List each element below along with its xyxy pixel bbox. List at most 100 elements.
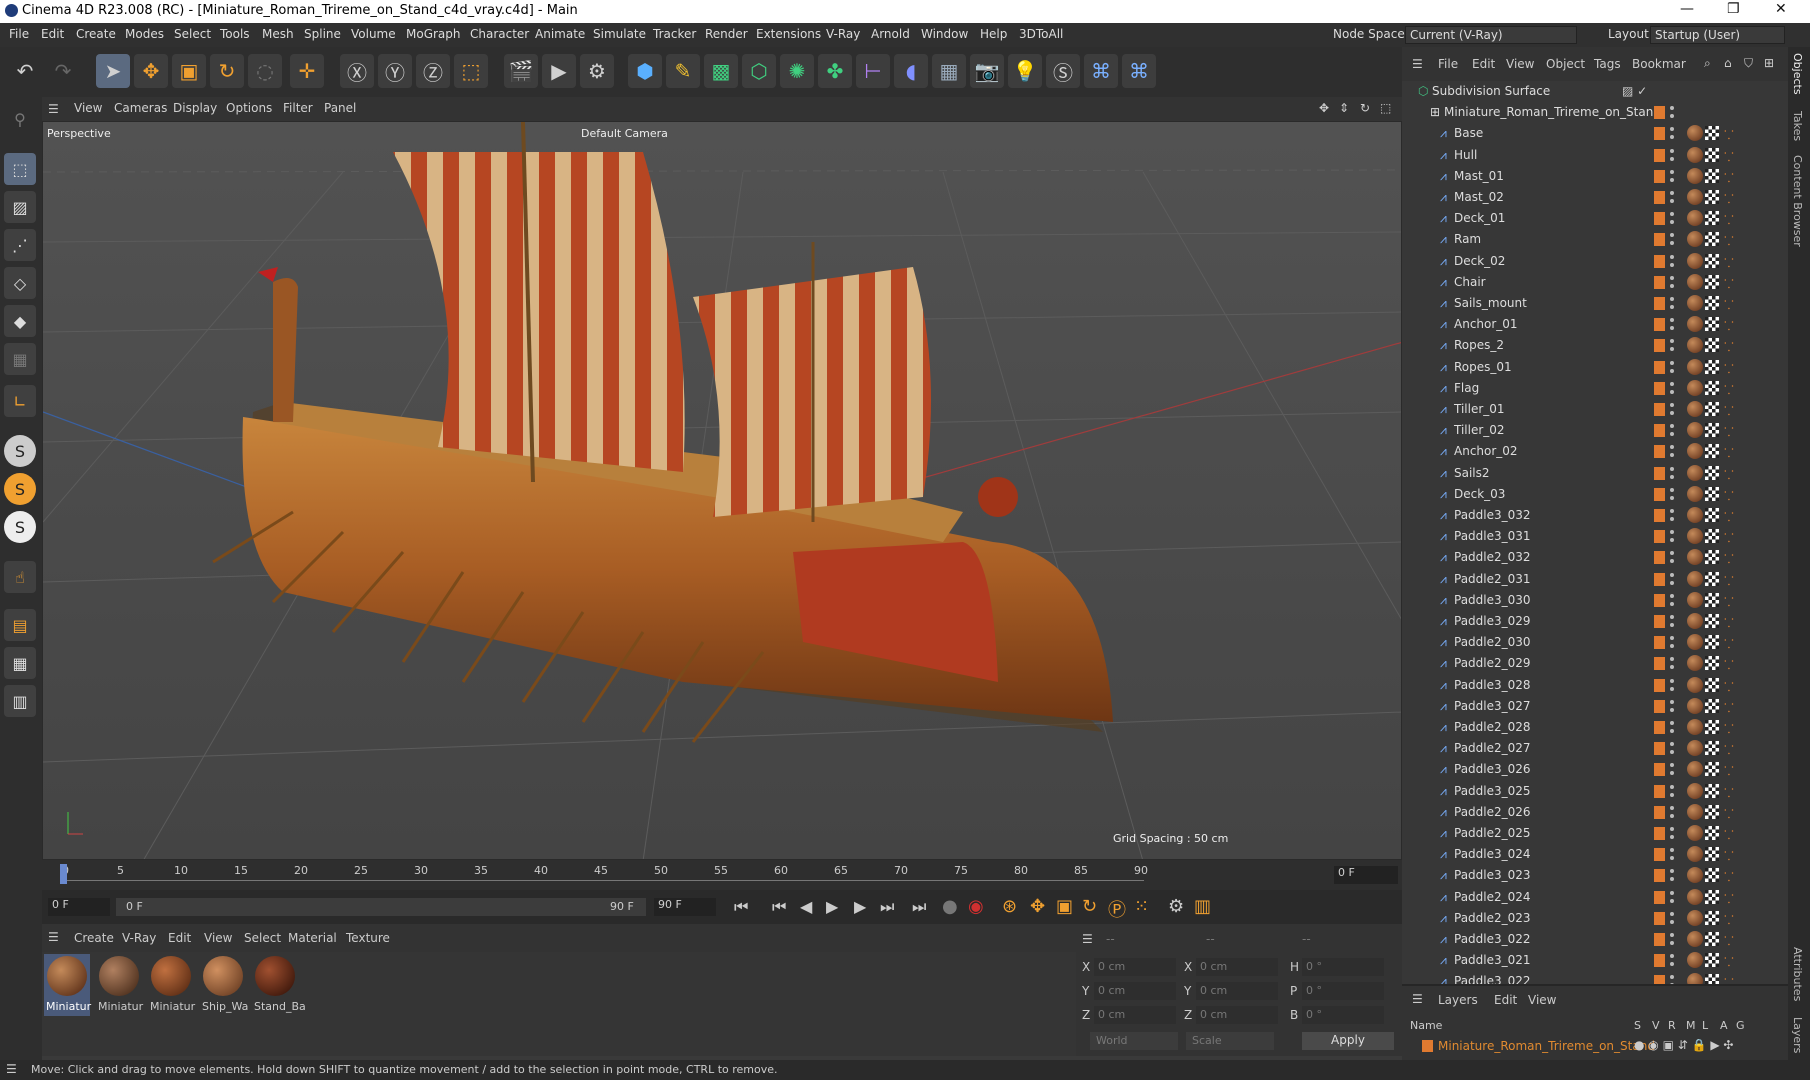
texture-tag-icon[interactable] (1705, 656, 1719, 671)
material-tag-icon[interactable] (1687, 443, 1703, 460)
material-menu-texture[interactable]: Texture (346, 931, 390, 945)
material-tag-icon[interactable] (1687, 295, 1703, 311)
layers-hamburger-icon[interactable]: ☰ (1412, 992, 1423, 1006)
material-tag-icon[interactable] (1687, 401, 1703, 417)
visibility-dots-icon[interactable] (1670, 445, 1674, 458)
layer-tag-icon[interactable] (1654, 699, 1665, 713)
visibility-dots-icon[interactable] (1670, 487, 1674, 500)
visibility-dots-icon[interactable] (1670, 254, 1674, 267)
vray-tag-icon[interactable]: ⸪ (1724, 317, 1736, 333)
visibility-dots-icon[interactable] (1670, 699, 1674, 712)
material-tag-icon[interactable] (1687, 570, 1703, 587)
layer-tag-icon[interactable] (1654, 424, 1665, 438)
viewport-menu-panel[interactable]: Panel (324, 101, 356, 115)
make-editable-icon[interactable]: ⚲ (4, 103, 36, 135)
lock-workplane-icon[interactable]: ▦ (4, 647, 36, 679)
texture-tag-icon[interactable] (1705, 910, 1719, 925)
vray-tag-icon[interactable]: ⸪ (1724, 254, 1736, 270)
object-name[interactable]: Deck_01 (1454, 211, 1505, 225)
viewport-rotate-icon[interactable]: ↻ (1360, 101, 1370, 115)
autokey-icon[interactable]: ◉ (968, 896, 984, 917)
texture-tag-icon[interactable] (1705, 826, 1719, 840)
axis-mode-icon[interactable]: ∟ (4, 385, 36, 417)
camera-label[interactable]: Default Camera (581, 127, 668, 140)
object-row[interactable]: ⩘ Sails_mount ⸪ (1402, 293, 1788, 314)
vray-tag-icon[interactable]: ⸪ (1724, 444, 1736, 460)
visibility-dots-icon[interactable] (1670, 890, 1674, 903)
material-tag-icon[interactable] (1687, 231, 1703, 248)
visibility-dots-icon[interactable] (1670, 805, 1674, 818)
layer-tag-icon[interactable] (1654, 911, 1665, 925)
texture-tag-icon[interactable] (1705, 847, 1719, 862)
texture-tag-icon[interactable] (1705, 974, 1719, 984)
object-name[interactable]: Mast_01 (1454, 169, 1504, 183)
viewport-menu-options[interactable]: Options (226, 101, 272, 115)
layer-tag-icon[interactable] (1654, 933, 1665, 946)
pen-icon[interactable]: ✎ (666, 54, 700, 88)
object-name[interactable]: Tiller_01 (1454, 402, 1505, 416)
material-tag-icon[interactable] (1687, 888, 1703, 905)
viewport-move-icon[interactable]: ✥ (1319, 101, 1329, 115)
object-row[interactable]: ⩘ Paddle2_024 ⸪ (1402, 887, 1788, 908)
visibility-dots-icon[interactable] (1670, 827, 1674, 839)
object-name[interactable]: Paddle3_022 (1454, 974, 1531, 984)
python-icon[interactable]: ⌘ (1084, 54, 1118, 88)
viewport-menu-view[interactable]: View (74, 101, 102, 115)
frame-range-slider[interactable]: 0 F 90 F (116, 898, 646, 916)
object-menu-view[interactable]: View (1506, 57, 1534, 71)
vray-tag-icon[interactable]: ⸪ (1724, 360, 1736, 376)
object-name[interactable]: Paddle3_029 (1454, 614, 1531, 628)
object-name[interactable]: Mast_02 (1454, 190, 1504, 204)
visibility-dots-icon[interactable] (1670, 233, 1674, 246)
tab-content-browser[interactable]: Content Browser (1791, 155, 1804, 247)
vray-tag-icon[interactable]: ⸪ (1724, 614, 1736, 630)
texture-tag-icon[interactable] (1705, 804, 1719, 819)
object-menu-bookmarks[interactable]: Bookmar (1632, 57, 1686, 71)
texture-tag-icon[interactable] (1705, 190, 1719, 204)
material-swatch[interactable]: Ship_Wa (200, 954, 248, 1016)
object-row[interactable]: ⩘ Paddle3_025 ⸪ (1402, 781, 1788, 802)
material-tag-icon[interactable] (1687, 803, 1703, 820)
visibility-dots-icon[interactable] (1670, 509, 1674, 521)
vray-tag-icon[interactable]: ⸪ (1724, 635, 1736, 651)
keyframe-selection-icon[interactable]: ⊛ (1002, 896, 1017, 917)
viewport-menu-cameras[interactable]: Cameras (114, 101, 167, 115)
play-icon[interactable]: ▶ (826, 897, 838, 916)
material-tag-icon[interactable] (1687, 507, 1703, 523)
new-window-icon[interactable]: ⊞ (1764, 56, 1774, 70)
material-tag-icon[interactable] (1687, 464, 1703, 481)
cloner-icon[interactable]: ✺ (780, 54, 814, 88)
object-name[interactable]: Subdivision Surface (1432, 84, 1550, 98)
object-row-group[interactable]: ⊞ Miniature_Roman_Trireme_on_Stand (1402, 102, 1788, 123)
object-name[interactable]: Paddle3_023 (1454, 868, 1531, 882)
vray-tag-icon[interactable]: ⸪ (1724, 381, 1736, 397)
y-axis-icon[interactable]: Ⓨ (378, 54, 412, 88)
snap-settings-icon[interactable]: S (4, 473, 36, 505)
visibility-dots-icon[interactable] (1670, 593, 1674, 606)
layer-tag-icon[interactable] (1654, 657, 1665, 671)
material-tag-icon[interactable] (1687, 167, 1703, 184)
key-pla-icon[interactable]: ⁙ (1134, 896, 1149, 917)
texture-tag-icon[interactable] (1705, 614, 1719, 628)
visibility-dots-icon[interactable] (1670, 169, 1674, 182)
vray-tag-icon[interactable]: ⸪ (1724, 890, 1736, 906)
material-menu-create[interactable]: Create (74, 931, 114, 945)
key-position-icon[interactable]: ✥ (1030, 896, 1045, 917)
object-row[interactable]: ⩘ Paddle3_031 ⸪ (1402, 526, 1788, 547)
layer-tag-icon[interactable] (1654, 148, 1665, 162)
object-name[interactable]: Chair (1454, 275, 1486, 289)
vray-tag-icon[interactable]: ⸪ (1724, 805, 1736, 821)
material-tag-icon[interactable] (1687, 655, 1703, 672)
object-name[interactable]: Paddle3_028 (1454, 678, 1531, 692)
material-tag-icon[interactable] (1687, 634, 1703, 651)
object-row[interactable]: ⩘ Paddle2_027 ⸪ (1402, 738, 1788, 759)
visibility-dots-icon[interactable] (1670, 615, 1674, 627)
material-tag-icon[interactable] (1687, 825, 1703, 841)
vray-icon[interactable]: Ⓢ (1046, 54, 1080, 88)
layer-tag-icon[interactable] (1654, 254, 1665, 268)
object-name[interactable]: Paddle3_026 (1454, 762, 1531, 776)
coordinate-system-icon[interactable]: ⬚ (454, 54, 488, 88)
visibility-dots-icon[interactable] (1670, 381, 1674, 394)
layer-tag-icon[interactable] (1654, 297, 1665, 310)
end-frame-field[interactable]: 90 F (654, 898, 716, 916)
